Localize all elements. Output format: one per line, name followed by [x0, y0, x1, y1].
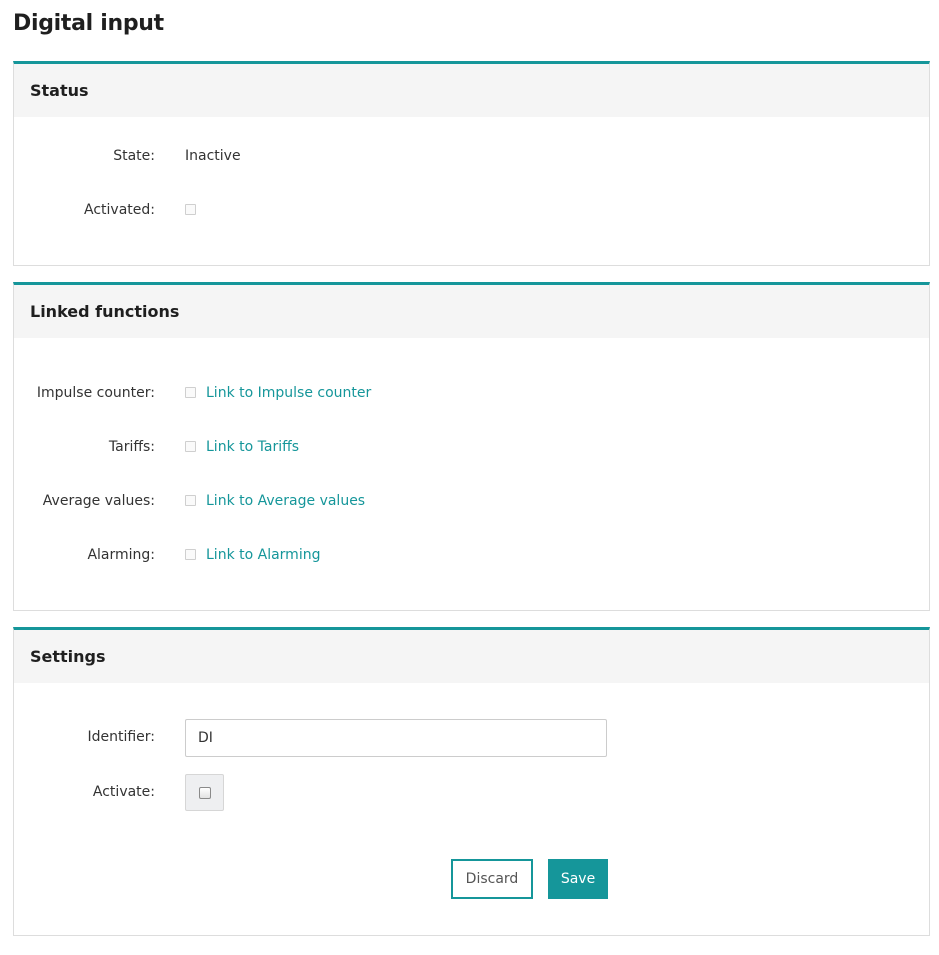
activate-label: Activate: [92, 784, 155, 800]
settings-actions: Discard Save [14, 859, 929, 899]
state-value: Inactive [185, 148, 241, 164]
state-label: State: [113, 148, 155, 164]
link-average-values[interactable]: Link to Average values [206, 493, 365, 509]
link-impulse-counter[interactable]: Link to Impulse counter [206, 385, 371, 401]
discard-button[interactable]: Discard [451, 859, 533, 899]
activated-row: Activated: [14, 199, 929, 223]
average-values-label: Average values: [42, 493, 155, 509]
linked-function-row-impulse-counter: Impulse counter: Link to Impulse counter [14, 382, 929, 406]
impulse-counter-checkbox [185, 387, 196, 398]
state-row: State: Inactive [14, 145, 929, 169]
identifier-label: Identifier: [87, 729, 155, 745]
alarming-label: Alarming: [87, 547, 155, 563]
activated-label: Activated: [84, 202, 155, 218]
impulse-counter-label: Impulse counter: [36, 385, 155, 401]
status-panel-header: Status [14, 64, 929, 117]
linked-functions-panel: Linked functions Impulse counter: Link t… [13, 282, 930, 611]
alarming-checkbox [185, 549, 196, 560]
tariffs-checkbox [185, 441, 196, 452]
settings-panel: Settings Identifier: Activate: Discard S… [13, 627, 930, 936]
activate-row: Activate: [14, 774, 929, 811]
activated-checkbox [185, 204, 196, 215]
save-button[interactable]: Save [548, 859, 608, 899]
linked-functions-panel-header: Linked functions [14, 285, 929, 338]
linked-function-row-tariffs: Tariffs: Link to Tariffs [14, 436, 929, 460]
settings-panel-header: Settings [14, 630, 929, 683]
tariffs-label: Tariffs: [108, 439, 155, 455]
activate-checkbox[interactable] [185, 774, 224, 811]
link-tariffs[interactable]: Link to Tariffs [206, 439, 299, 455]
linked-function-row-alarming: Alarming: Link to Alarming [14, 544, 929, 568]
identifier-row: Identifier: [14, 719, 929, 757]
status-panel: Status State: Inactive Activated: [13, 61, 930, 266]
identifier-input[interactable] [185, 719, 607, 757]
link-alarming[interactable]: Link to Alarming [206, 547, 320, 563]
activate-checkbox-square[interactable] [199, 787, 211, 799]
page-title: Digital input [13, 11, 164, 36]
linked-function-row-average-values: Average values: Link to Average values [14, 490, 929, 514]
average-values-checkbox [185, 495, 196, 506]
